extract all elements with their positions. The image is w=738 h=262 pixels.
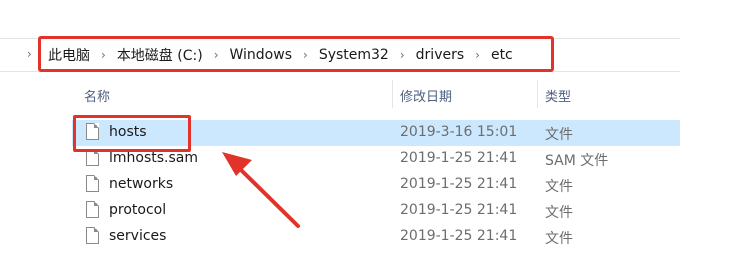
annotation-arrow-icon <box>222 152 300 228</box>
